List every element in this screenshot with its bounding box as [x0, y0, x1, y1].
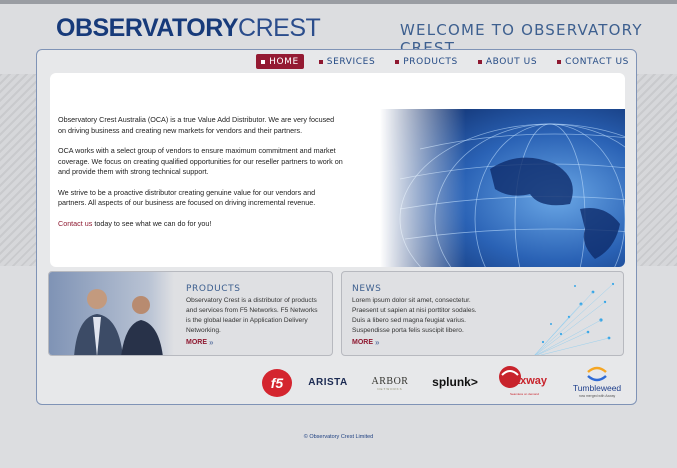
news-more-label: MORE [352, 339, 373, 346]
intro-text: Observatory Crest Australia (OCA) is a t… [58, 115, 344, 239]
logo-word-observatory: OBSERVATORY [56, 14, 239, 42]
nav-services-label: SERVICES [326, 56, 376, 67]
intro-paragraph-3: We strive to be a proactive distributor … [58, 187, 316, 208]
main-nav: HOME SERVICES PRODUCTS ABOUT US CONTACT … [256, 54, 634, 69]
intro-paragraph-2: OCA works with a select group of vendors… [58, 146, 343, 176]
f5-logo[interactable]: f5 [262, 369, 292, 397]
f5-logo-text: f5 [270, 375, 284, 391]
partner-logos: f5 ARISTA ARBOR NETWORKS splunk> axway S… [258, 363, 628, 401]
nav-services[interactable]: SERVICES [314, 54, 380, 69]
axway-logo[interactable]: axway Seamless on demand [496, 363, 556, 401]
nav-products-label: PRODUCTS [403, 56, 458, 67]
contact-us-link[interactable]: Contact us [58, 219, 92, 228]
splunk-logo-text: splunk> [432, 375, 478, 389]
arbor-logo-subtext: NETWORKS [377, 386, 403, 391]
tumbleweed-logo-subtext: now merged with Axway [578, 394, 616, 398]
hero-panel: Observatory Crest Australia (OCA) is a t… [50, 73, 625, 267]
axway-logo-subtext: Seamless on demand [510, 392, 540, 396]
news-title: NEWS [352, 284, 382, 294]
nav-products[interactable]: PRODUCTS [390, 54, 463, 69]
tumbleweed-logo-text: Tumbleweed [572, 383, 622, 393]
arbor-logo[interactable]: ARBOR NETWORKS [366, 373, 414, 393]
footer-copyright: © Observatory Crest Limited [303, 434, 374, 440]
news-box: NEWS Lorem ipsum dolor sit amet, consect… [341, 271, 624, 356]
site-logo[interactable]: OBSERVATORYCREST [56, 13, 321, 43]
arista-logo-text: ARISTA [308, 376, 348, 388]
products-box: PRODUCTS Observatory Crest is a distribu… [48, 271, 333, 356]
nav-about-us-label: ABOUT US [485, 56, 538, 67]
arbor-logo-text: ARBOR [371, 375, 409, 387]
arista-logo[interactable]: ARISTA [304, 375, 352, 389]
bullet-icon [557, 59, 562, 64]
business-people-photo [49, 272, 174, 355]
news-body: Lorem ipsum dolor sit amet, consectetur.… [352, 297, 477, 334]
splunk-logo[interactable]: splunk> [428, 373, 482, 391]
bullet-icon [318, 59, 323, 64]
intro-paragraph-contact: Contact us today to see what we can do f… [58, 219, 344, 230]
bullet-icon [395, 59, 400, 64]
tumbleweed-logo[interactable]: Tumbleweed now merged with Axway [568, 363, 626, 401]
news-more-link[interactable]: MORE» [352, 338, 379, 347]
nav-home-label: HOME [269, 56, 299, 67]
products-body: Observatory Crest is a distributor of pr… [186, 297, 318, 334]
intro-paragraph-1: Observatory Crest Australia (OCA) is a t… [58, 115, 335, 135]
products-title: PRODUCTS [186, 284, 241, 294]
nav-home[interactable]: HOME [256, 54, 304, 69]
contact-us-rest: today to see what we can do for you! [92, 218, 212, 228]
products-more-label: MORE [186, 339, 207, 346]
bullet-icon [477, 59, 482, 64]
fiber-optics-image [534, 282, 615, 355]
bullet-icon [261, 59, 266, 64]
products-more-link[interactable]: MORE» [186, 338, 213, 347]
logo-word-crest: CREST [238, 14, 321, 42]
nav-contact-us-label: CONTACT US [565, 56, 629, 67]
double-chevron-icon: » [375, 338, 380, 347]
axway-logo-text: axway [514, 375, 548, 387]
nav-contact-us[interactable]: CONTACT US [552, 54, 634, 69]
top-rule [0, 0, 677, 4]
double-chevron-icon: » [209, 338, 214, 347]
nav-about-us[interactable]: ABOUT US [473, 54, 542, 69]
globe-image [380, 109, 625, 267]
